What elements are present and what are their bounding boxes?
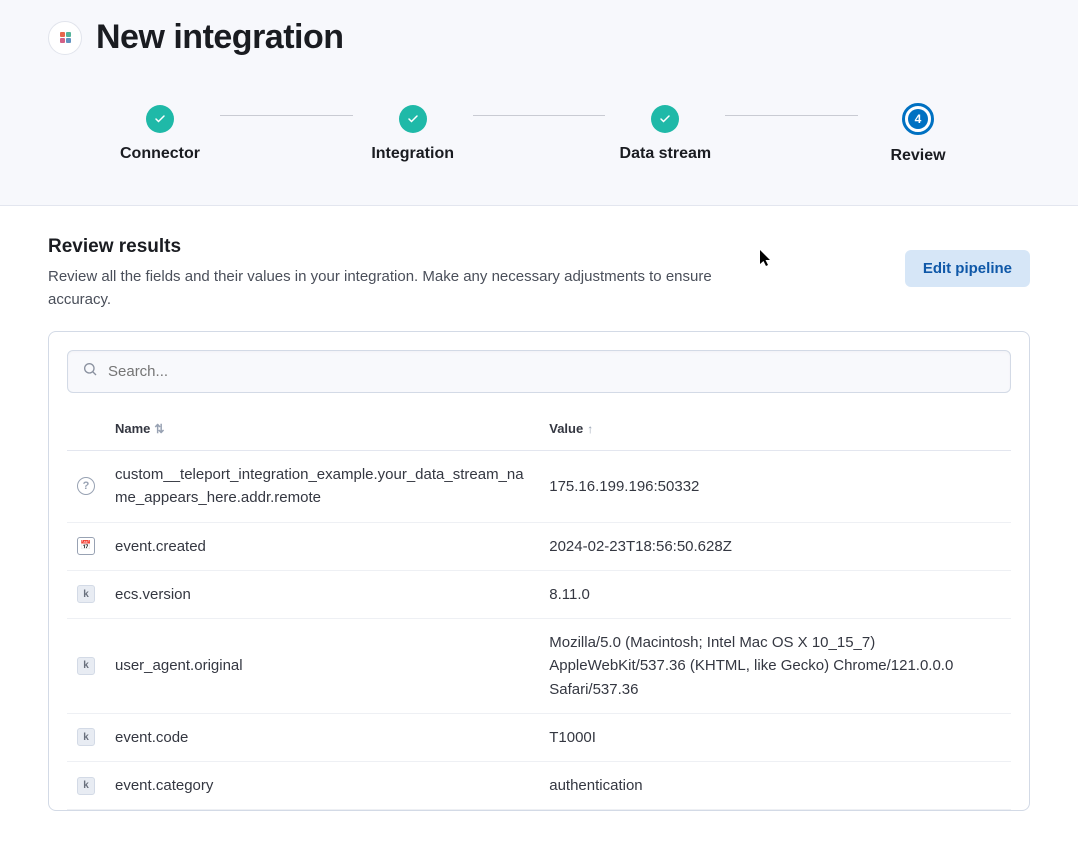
check-icon — [399, 105, 427, 133]
field-value: T1000I — [539, 713, 1011, 761]
header-region: New integration Connector Integration — [0, 0, 1078, 206]
edit-pipeline-button[interactable]: Edit pipeline — [905, 250, 1030, 287]
results-panel: Name⇅ Value↑ ? custom__teleport_integrati… — [48, 331, 1030, 811]
search-input[interactable] — [108, 363, 996, 380]
sort-asc-icon: ↑ — [587, 422, 593, 436]
check-icon — [651, 105, 679, 133]
field-name: custom__teleport_integration_example.you… — [105, 451, 539, 523]
integration-logo-icon — [48, 21, 82, 55]
keyword-type-icon: k — [77, 657, 95, 675]
step-label: Data stream — [620, 145, 712, 163]
search-icon — [82, 361, 98, 382]
step-integration[interactable]: Integration — [353, 105, 473, 163]
step-label: Integration — [371, 145, 454, 163]
wizard-steps: Connector Integration Data stream 4 — [100, 103, 978, 165]
check-icon — [146, 105, 174, 133]
field-name: event.created — [105, 522, 539, 570]
step-review[interactable]: 4 Review — [858, 103, 978, 165]
field-value: 175.16.199.196:50332 — [539, 451, 1011, 523]
field-value: 8.11.0 — [539, 570, 1011, 618]
step-line — [473, 115, 606, 116]
review-header: Review results Review all the fields and… — [48, 236, 1030, 311]
table-row[interactable]: ? custom__teleport_integration_example.yo… — [67, 451, 1011, 523]
search-field[interactable] — [67, 350, 1011, 393]
table-row[interactable]: k ecs.version8.11.0 — [67, 570, 1011, 618]
field-name: event.code — [105, 713, 539, 761]
keyword-type-icon: k — [77, 777, 95, 795]
field-name: event.category — [105, 762, 539, 810]
table-row[interactable]: 📅 event.created2024-02-23T18:56:50.628Z — [67, 522, 1011, 570]
step-data-stream[interactable]: Data stream — [605, 105, 725, 163]
field-value: authentication — [539, 762, 1011, 810]
column-header-value[interactable]: Value↑ — [539, 411, 1011, 451]
step-line — [725, 115, 858, 116]
results-table: Name⇅ Value↑ ? custom__teleport_integrati… — [67, 411, 1011, 810]
unknown-type-icon: ? — [77, 477, 95, 495]
table-row[interactable]: k event.codeT1000I — [67, 713, 1011, 761]
title-row: New integration — [48, 18, 1030, 57]
table-row[interactable]: k event.categoryauthentication — [67, 762, 1011, 810]
current-step-icon: 4 — [902, 103, 934, 135]
step-line — [220, 115, 353, 116]
step-label: Connector — [120, 145, 200, 163]
table-row[interactable]: k user_agent.originalMozilla/5.0 (Macinto… — [67, 619, 1011, 714]
step-label: Review — [890, 147, 945, 165]
keyword-type-icon: k — [77, 585, 95, 603]
column-header-name[interactable]: Name⇅ — [105, 411, 539, 451]
field-value: Mozilla/5.0 (Macintosh; Intel Mac OS X 1… — [539, 619, 1011, 714]
review-title: Review results — [48, 236, 718, 258]
page-title: New integration — [96, 18, 344, 57]
main-content: Review results Review all the fields and… — [0, 206, 1078, 811]
field-value: 2024-02-23T18:56:50.628Z — [539, 522, 1011, 570]
field-name: ecs.version — [105, 570, 539, 618]
keyword-type-icon: k — [77, 728, 95, 746]
step-connector[interactable]: Connector — [100, 105, 220, 163]
field-name: user_agent.original — [105, 619, 539, 714]
date-type-icon: 📅 — [77, 537, 95, 555]
review-description: Review all the fields and their values i… — [48, 266, 718, 311]
sort-both-icon: ⇅ — [154, 422, 164, 436]
